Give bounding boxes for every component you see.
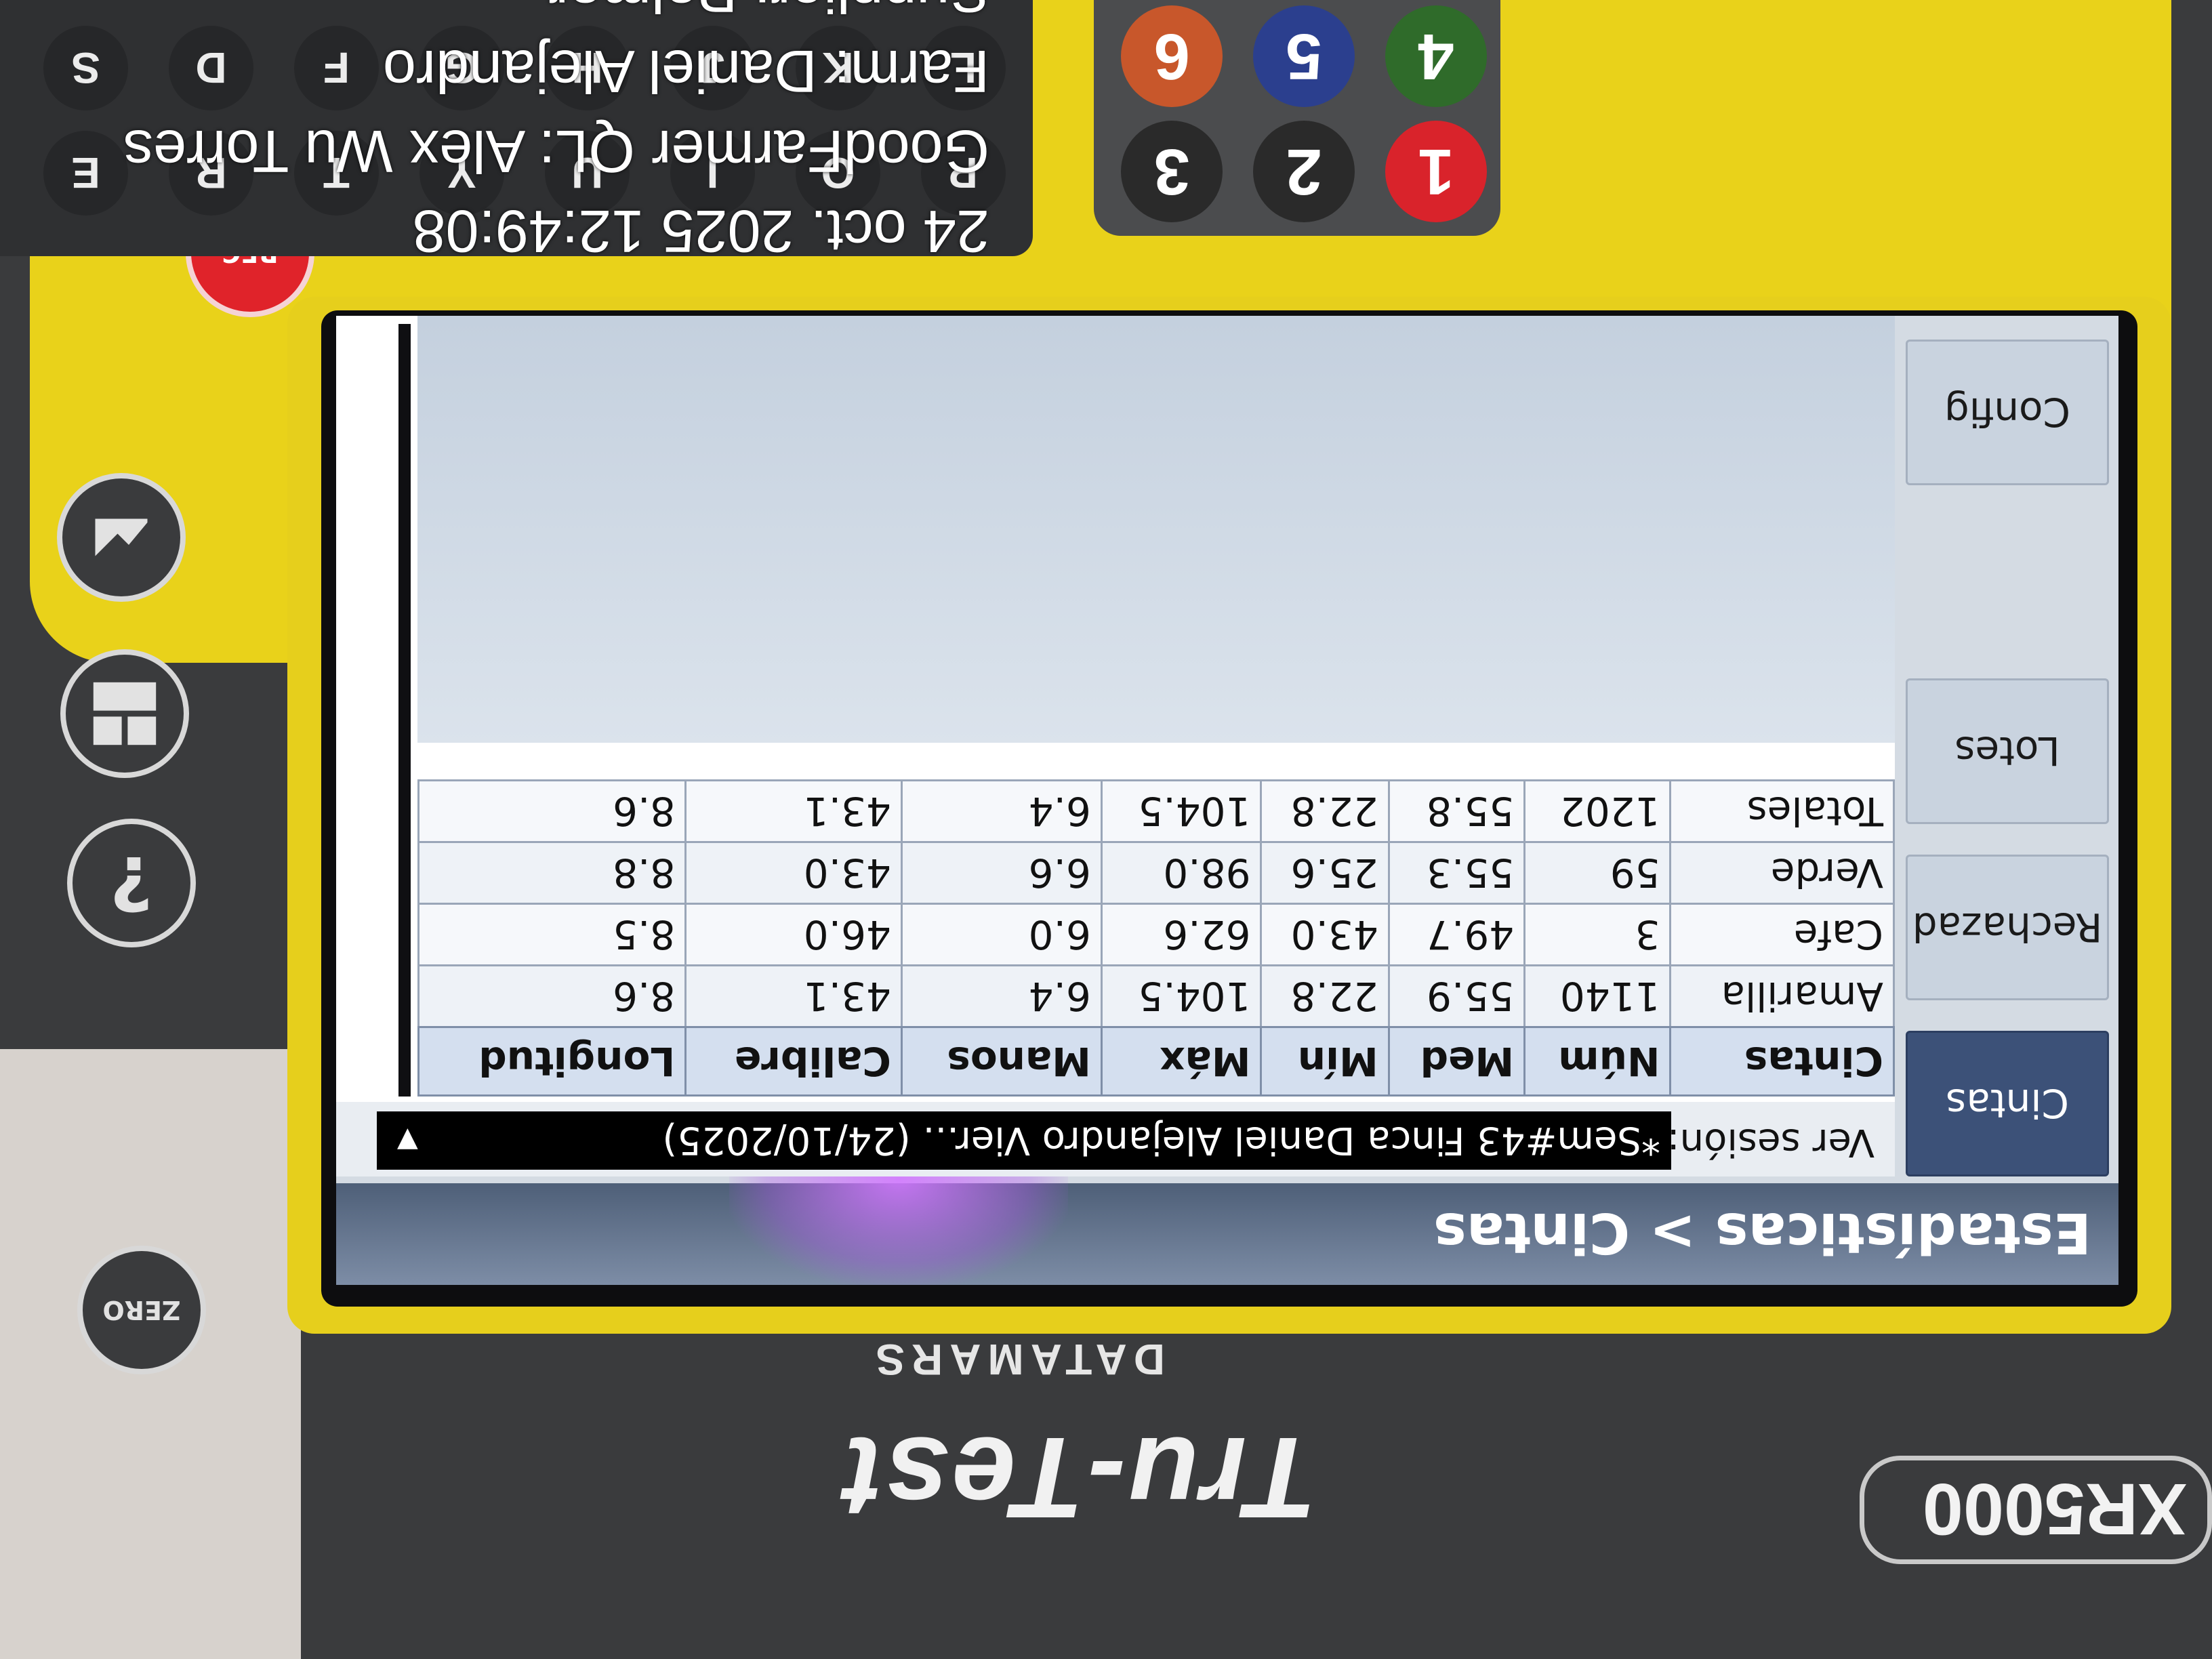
help-button[interactable]: ? bbox=[67, 819, 196, 947]
cell: 43.1 bbox=[685, 965, 902, 1027]
number-pad: 1 2 3 4 5 6 bbox=[1094, 0, 1500, 236]
cell: 43.1 bbox=[685, 780, 902, 842]
table-row[interactable]: Cafe 3 49.7 43.0 62.6 6.0 46.0 8.5 bbox=[418, 903, 1894, 966]
cell: 49.7 bbox=[1389, 903, 1525, 966]
tab-lotes[interactable]: Lotes bbox=[1906, 678, 2109, 824]
cell: Verde bbox=[1671, 842, 1894, 904]
scrollbar[interactable] bbox=[398, 324, 411, 1097]
cell: 22.8 bbox=[1261, 965, 1389, 1027]
empty-area bbox=[417, 316, 1895, 743]
header-med: Med bbox=[1389, 1027, 1525, 1096]
table-row-totals[interactable]: Totales 1202 55.8 22.8 104.5 6.4 43.1 8.… bbox=[418, 780, 1894, 842]
cell: 43.0 bbox=[685, 842, 902, 904]
cell: 46.0 bbox=[685, 903, 902, 966]
cell: 55.3 bbox=[1389, 842, 1525, 904]
stats-table: Cintas Núm Med Mín Máx Manos Calibre Lon… bbox=[417, 779, 1895, 1097]
brand-logo: Tru-Test DATAMARS bbox=[674, 1335, 1317, 1557]
stamp-supplier: Supplier: Palmar bbox=[0, 0, 989, 31]
cell: 104.5 bbox=[1101, 965, 1261, 1027]
weigh-button[interactable] bbox=[57, 473, 186, 602]
screen-content: Estadísticas > Cintas Cintas Rechazad Lo… bbox=[336, 316, 2118, 1285]
tab-rechazad[interactable]: Rechazad bbox=[1906, 855, 2109, 1000]
cell: 43.0 bbox=[1261, 903, 1389, 966]
cell: Amarilla bbox=[1671, 965, 1894, 1027]
key-5[interactable]: 5 bbox=[1253, 5, 1355, 107]
grid-icon bbox=[93, 682, 157, 745]
cell: 3 bbox=[1524, 903, 1671, 966]
key-6[interactable]: 6 bbox=[1121, 5, 1223, 107]
cell: 59 bbox=[1524, 842, 1671, 904]
session-row: Ver sesión: *Sem#43 Finca Daniel Alejand… bbox=[336, 1102, 1895, 1176]
cell: Totales bbox=[1671, 780, 1894, 842]
cell: 25.6 bbox=[1261, 842, 1389, 904]
header-calibre: Calibre bbox=[685, 1027, 902, 1096]
session-value: *Sem#43 Finca Daniel Alejandro Vier... (… bbox=[662, 1118, 1660, 1163]
cell: 98.0 bbox=[1101, 842, 1261, 904]
stamp-ql: GoodFarmer QL: Alex Wu Torres bbox=[123, 118, 989, 185]
cell: 8.6 bbox=[418, 780, 686, 842]
stamp-datetime: 24 oct. 2025 12:49:08 bbox=[412, 198, 989, 265]
stamp-farm: Farm: Daniel Alejandro bbox=[382, 38, 989, 105]
key-3[interactable]: 3 bbox=[1121, 121, 1223, 222]
cell: 6.6 bbox=[901, 842, 1102, 904]
lcd-screen: Estadísticas > Cintas Cintas Rechazad Lo… bbox=[321, 310, 2137, 1307]
cell: 6.0 bbox=[901, 903, 1102, 966]
stats-panel: Ver sesión: *Sem#43 Finca Daniel Alejand… bbox=[336, 316, 1895, 1176]
key-1[interactable]: 1 bbox=[1385, 121, 1487, 222]
tab-cintas[interactable]: Cintas bbox=[1906, 1031, 2109, 1176]
title-bar: Estadísticas > Cintas bbox=[336, 1075, 2118, 1285]
brand-name: Tru-Test bbox=[841, 1413, 1317, 1542]
grid-button[interactable] bbox=[60, 649, 189, 778]
cell: 6.4 bbox=[901, 780, 1102, 842]
cell: 62.6 bbox=[1101, 903, 1261, 966]
table-row[interactable]: Verde 59 55.3 25.6 98.0 6.6 43.0 8.8 bbox=[418, 842, 1894, 904]
key-4[interactable]: 4 bbox=[1385, 5, 1487, 107]
zero-button[interactable]: ZERO bbox=[77, 1246, 206, 1374]
model-badge: XR5000 bbox=[1860, 1456, 2212, 1564]
cell: 1140 bbox=[1524, 965, 1671, 1027]
header-max: Máx bbox=[1101, 1027, 1261, 1096]
header-min: Mín bbox=[1261, 1027, 1389, 1096]
cell: 104.5 bbox=[1101, 780, 1261, 842]
breadcrumb: Estadísticas > Cintas bbox=[1433, 1200, 2091, 1265]
cell: 1202 bbox=[1524, 780, 1671, 842]
header-cintas: Cintas bbox=[1671, 1027, 1894, 1096]
session-label: Ver sesión: bbox=[1666, 1120, 1875, 1164]
session-select[interactable]: *Sem#43 Finca Daniel Alejandro Vier... (… bbox=[377, 1111, 1671, 1170]
table-header-row: Cintas Núm Med Mín Máx Manos Calibre Lon… bbox=[418, 1027, 1894, 1096]
cell: 6.4 bbox=[901, 965, 1102, 1027]
photo-stamp: 24 oct. 2025 12:49:08 GoodFarmer QL: Ale… bbox=[0, 0, 989, 271]
cell: Cafe bbox=[1671, 903, 1894, 966]
table-row[interactable]: Amarilla 1140 55.9 22.8 104.5 6.4 43.1 8… bbox=[418, 965, 1894, 1027]
cell: 55.9 bbox=[1389, 965, 1525, 1027]
header-longitud: Longitud bbox=[418, 1027, 686, 1096]
tab-bar: Cintas Rechazad Lotes Config bbox=[1895, 316, 2118, 1176]
cell: 55.8 bbox=[1389, 780, 1525, 842]
header-num: Núm bbox=[1524, 1027, 1671, 1096]
cell: 8.6 bbox=[418, 965, 686, 1027]
cell: 22.8 bbox=[1261, 780, 1389, 842]
cell: 8.5 bbox=[418, 903, 686, 966]
animal-icon bbox=[95, 518, 148, 556]
maker-name: DATAMARS bbox=[869, 1335, 1165, 1384]
tab-config[interactable]: Config bbox=[1906, 340, 2109, 485]
key-2[interactable]: 2 bbox=[1253, 121, 1355, 222]
cell: 8.8 bbox=[418, 842, 686, 904]
dropdown-arrow-icon: ▼ bbox=[397, 1125, 418, 1156]
header-manos: Manos bbox=[901, 1027, 1102, 1096]
